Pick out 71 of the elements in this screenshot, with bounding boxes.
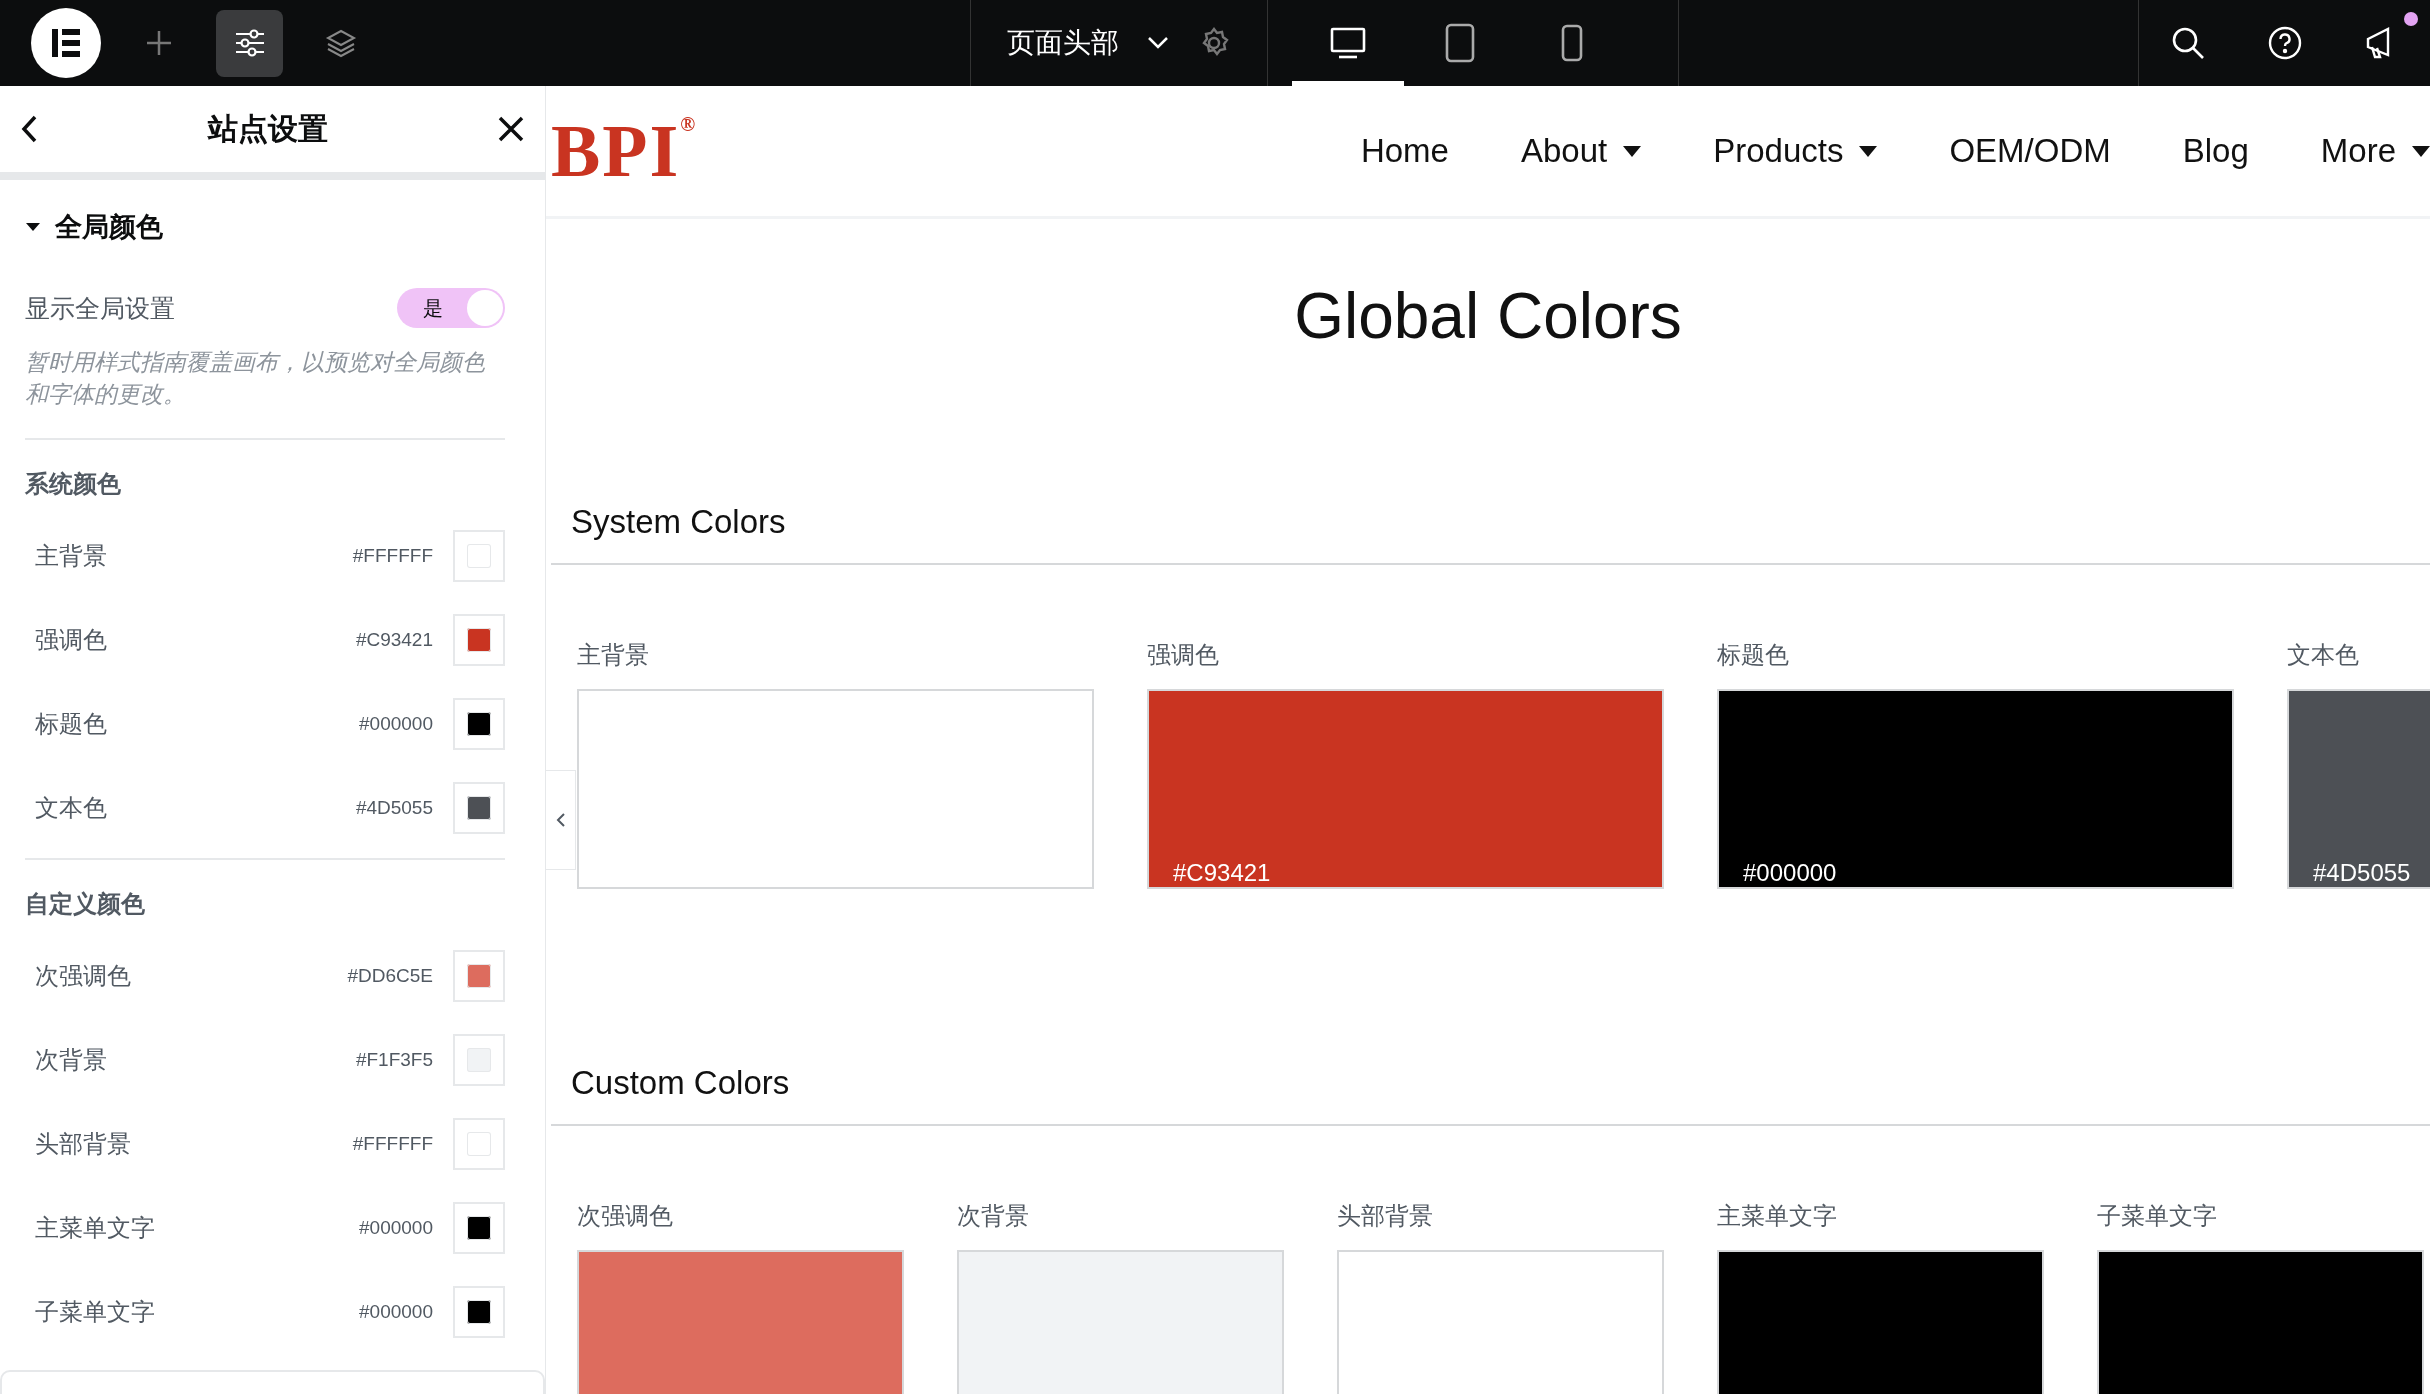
color-picker[interactable]: [453, 614, 505, 667]
back-icon[interactable]: [20, 115, 38, 143]
toolbar-button[interactable]: [216, 9, 283, 77]
color-hex: #000000: [359, 1217, 433, 1240]
color-picker[interactable]: [453, 950, 505, 1003]
chevron-down-icon[interactable]: [1147, 36, 1169, 50]
swatch-label: 次背景: [957, 1201, 1030, 1231]
section-heading: System Colors: [551, 503, 2430, 565]
color-hex: #FFFFFF: [352, 545, 433, 568]
close-icon[interactable]: [497, 115, 525, 143]
color-hex: #4D5055: [355, 797, 433, 820]
sliders-icon: [233, 28, 266, 58]
color-picker[interactable]: [453, 1118, 505, 1171]
swatch-label: 强调色: [1147, 640, 1220, 670]
swatch-label: 次强调色: [577, 1201, 674, 1231]
swatch-hex: #000000: [1743, 859, 1837, 887]
swatch-label: 主背景: [577, 640, 650, 670]
color-picker[interactable]: [453, 1034, 505, 1087]
help-icon: [2267, 26, 2302, 60]
chevron-left-icon: [555, 812, 566, 828]
color-hex: #000000: [359, 1301, 433, 1324]
color-name: 强调色: [35, 625, 108, 656]
section-header[interactable]: 全局颜色: [25, 188, 505, 266]
desktop-icon: [1330, 26, 1366, 59]
caret-icon: [25, 221, 41, 233]
tablet-icon: [1445, 22, 1475, 63]
search-icon: [2170, 26, 2205, 60]
color-hex: #FFFFFF: [352, 1133, 433, 1156]
nav-link[interactable]: OEM/ODM: [1949, 132, 2111, 170]
color-hex: #DD6C5E: [347, 965, 433, 988]
section-heading: Custom Colors: [551, 1064, 2430, 1126]
layers-icon: [324, 27, 357, 59]
color-name: 子菜单文字: [35, 1297, 156, 1328]
hint-text: 暂时用样式指南覆盖画布，以预览对全局颜色和字体的更改。: [25, 346, 505, 441]
swatch-label: 标题色: [1717, 640, 1790, 670]
color-name: 头部背景: [35, 1129, 132, 1160]
collapse-handle[interactable]: [546, 770, 576, 870]
color-name: 次强调色: [35, 961, 132, 992]
brand-logo[interactable]: BPI®: [551, 108, 698, 194]
nav-link[interactable]: Products: [1713, 132, 1878, 170]
swatch-label: 主菜单文字: [1717, 1201, 1838, 1231]
color-name: 主背景: [35, 541, 108, 572]
color-picker[interactable]: [453, 1202, 505, 1255]
group-title: 系统颜色: [25, 469, 122, 500]
mobile-icon: [1561, 23, 1583, 62]
group-title: 自定义颜色: [25, 889, 146, 920]
color-name: 次背景: [35, 1045, 108, 1076]
color-picker[interactable]: [453, 698, 505, 751]
document-title[interactable]: 页面头部: [1007, 24, 1119, 62]
color-picker[interactable]: [453, 782, 505, 835]
color-hex: #F1F3F5: [355, 1049, 433, 1072]
color-name: 文本色: [35, 793, 108, 824]
color-hex: #C93421: [355, 629, 433, 652]
swatch-label: 头部背景: [1337, 1201, 1434, 1231]
swatch-label: 文本色: [2287, 640, 2360, 670]
swatch-label: 子菜单文字: [2097, 1201, 2218, 1231]
toggle-label: 显示全局设置: [25, 292, 175, 324]
color-name: 主菜单文字: [35, 1213, 156, 1244]
color-name: 标题色: [35, 709, 108, 740]
toggle-switch[interactable]: 是: [397, 288, 505, 328]
color-picker[interactable]: [453, 1286, 505, 1339]
panel-title: 站点设置: [207, 110, 328, 147]
swatch-hex: #C93421: [1173, 859, 1271, 887]
page-title: Global Colors: [1293, 279, 1683, 353]
swatch-hex: #4D5055: [2313, 859, 2411, 887]
nav-link[interactable]: About: [1520, 132, 1642, 170]
color-hex: #000000: [359, 713, 433, 736]
nav-link[interactable]: More: [2320, 132, 2430, 170]
color-picker[interactable]: [453, 530, 505, 583]
nav-link[interactable]: Home: [1360, 132, 1449, 170]
nav-link[interactable]: Blog: [2182, 132, 2249, 170]
